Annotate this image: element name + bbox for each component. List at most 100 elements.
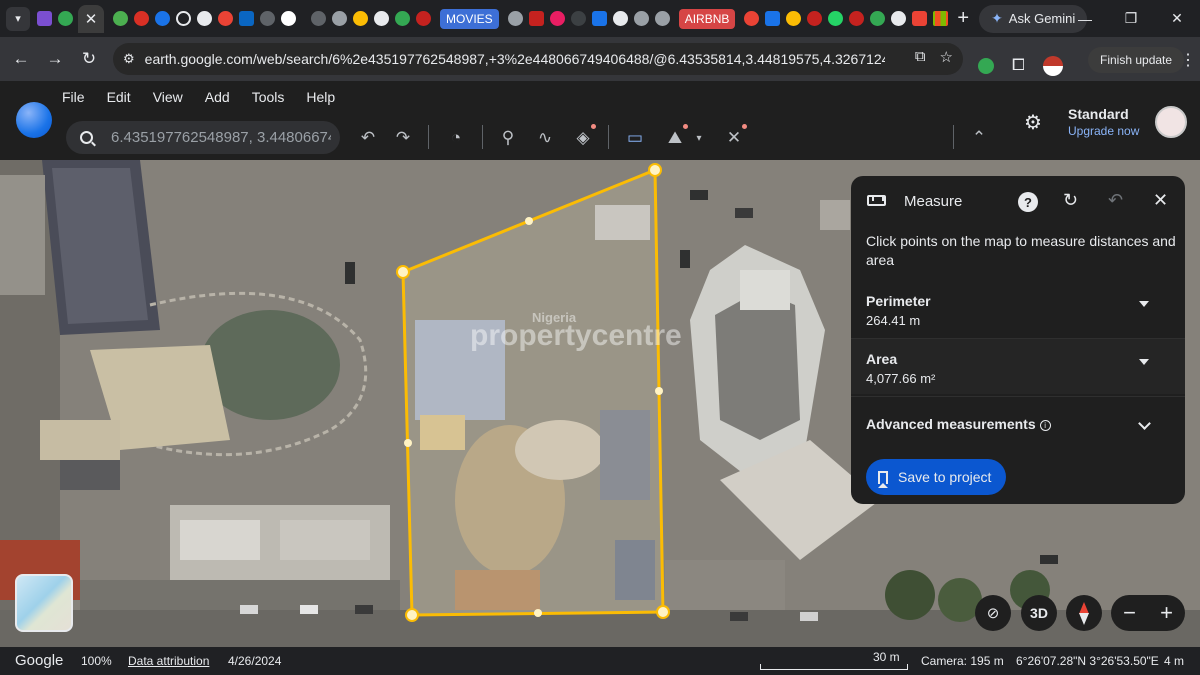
collapse-toolbar-icon[interactable]: ⌃ [966, 125, 992, 151]
add-placemark-icon[interactable]: ⚲ [495, 125, 521, 151]
menu-view[interactable]: View [153, 89, 183, 105]
perimeter-row[interactable]: Perimeter 264.41 m [851, 281, 1185, 337]
tab-favicon-icon[interactable] [570, 11, 586, 26]
tools-icon[interactable]: ✕ [721, 124, 747, 151]
scale-label: 30 m [873, 650, 900, 664]
tab-favicon-icon[interactable] [311, 11, 326, 26]
restore-icon[interactable]: ❐ [1108, 10, 1154, 27]
compass-icon[interactable] [1066, 595, 1102, 631]
tab-favicon-icon[interactable] [891, 11, 907, 26]
tab-favicon-icon[interactable] [332, 11, 347, 26]
browser-menu-icon[interactable]: ⋮ [1180, 50, 1196, 70]
menu-tools[interactable]: Tools [252, 89, 285, 105]
url-text[interactable]: earth.google.com/web/search/6%2e43519776… [145, 51, 885, 67]
tab-favicon-icon[interactable] [528, 11, 544, 26]
historical-imagery-icon[interactable]: ◔ [443, 125, 469, 151]
zoom-in-button[interactable]: + [1160, 600, 1173, 626]
tab-favicon-icon[interactable] [744, 11, 760, 26]
data-attribution-link[interactable]: Data attribution [128, 654, 209, 668]
tab-favicon-maps-icon[interactable] [58, 11, 73, 26]
menu-file[interactable]: File [62, 89, 85, 105]
earth-search-box[interactable]: 6.435197762548987, 3.448066749406488 [66, 121, 340, 154]
tab-search-button[interactable]: ▾ [6, 6, 30, 31]
unit-dropdown-icon[interactable] [1139, 359, 1149, 365]
add-path-icon[interactable]: ∿ [532, 125, 558, 151]
forward-arrow-icon[interactable]: → [38, 49, 72, 69]
tab-favicon-icon[interactable] [654, 11, 670, 26]
redo-icon[interactable]: ↷ [390, 125, 416, 151]
toggle-3d-button[interactable]: 3D [1021, 595, 1057, 631]
layers-icon[interactable]: ◈ [570, 124, 596, 151]
menu-add[interactable]: Add [205, 89, 230, 105]
info-icon[interactable]: i [1039, 420, 1051, 431]
tab-favicon-icon[interactable] [807, 11, 823, 26]
menu-edit[interactable]: Edit [107, 89, 131, 105]
install-app-icon[interactable]: ⧉ [915, 48, 926, 66]
measure-ruler-icon[interactable]: ▭ [622, 125, 648, 151]
tab-favicon-icon[interactable] [176, 11, 191, 26]
tab-favicon-icon[interactable] [591, 11, 607, 26]
tab-favicon-linkedin-icon[interactable] [239, 11, 254, 26]
zoom-out-button[interactable]: − [1123, 600, 1136, 626]
extension-icon[interactable] [978, 58, 994, 74]
finish-update-button[interactable]: Finish update [1088, 47, 1185, 73]
account-avatar[interactable] [1155, 106, 1187, 138]
tab-favicon-icon[interactable] [786, 11, 802, 26]
tab-favicon-icon[interactable] [374, 11, 389, 26]
new-tab-button[interactable]: + [957, 7, 969, 30]
google-earth-logo-icon[interactable] [16, 102, 52, 138]
tab-group-movies[interactable]: MOVIES [440, 8, 499, 29]
menu-help[interactable]: Help [306, 89, 335, 105]
undo-icon[interactable]: ↶ [355, 125, 381, 151]
tab-favicon-icon[interactable] [870, 11, 886, 26]
reset-icon[interactable]: ↻ [1063, 190, 1078, 211]
profile-avatar-icon[interactable] [1042, 56, 1063, 76]
address-bar[interactable]: ⚙ earth.google.com/web/search/6%2e435197… [113, 43, 963, 75]
tab-favicon-icon[interactable] [633, 11, 649, 26]
tab-favicon-icon[interactable] [134, 11, 149, 26]
upgrade-now-link[interactable]: Upgrade now [1068, 124, 1139, 138]
tab-favicon-youtube-icon[interactable] [218, 11, 233, 26]
help-icon[interactable]: ? [1018, 192, 1038, 212]
advanced-measurements-row[interactable]: Advanced measurements i [851, 396, 1185, 451]
tab-favicon-icon[interactable] [765, 11, 781, 26]
chevron-down-icon[interactable] [1138, 417, 1151, 430]
settings-gear-icon[interactable]: ⚙ [1024, 110, 1042, 135]
back-arrow-icon[interactable]: ← [4, 49, 38, 69]
area-row[interactable]: Area 4,077.66 m² [851, 338, 1185, 394]
tab-favicon-icon[interactable] [416, 11, 431, 26]
search-input[interactable]: 6.435197762548987, 3.448066749406488 [111, 129, 331, 146]
tab-favicon-icon[interactable] [395, 11, 410, 26]
dropdown-chevron-icon[interactable]: ▾ [686, 125, 712, 151]
save-to-project-button[interactable]: Save to project [866, 459, 1007, 495]
tab-favicon-icon[interactable] [353, 11, 368, 26]
reload-icon[interactable]: ↻ [72, 49, 106, 69]
tab-favicon-icon[interactable] [612, 11, 628, 26]
tab-group-airbnb[interactable]: AIRBNB [678, 8, 736, 29]
tab-favicon-icon[interactable] [549, 11, 565, 26]
unit-dropdown-icon[interactable] [1139, 301, 1149, 307]
tab-favicon-icon[interactable] [849, 11, 865, 26]
close-icon[interactable]: ✕ [1153, 190, 1168, 211]
site-info-icon[interactable]: ⚙ [123, 51, 135, 67]
elevation-profile-icon[interactable]: ⛰ [662, 124, 688, 151]
map-style-thumbnail[interactable] [15, 574, 73, 632]
tab-favicon-microsoft-icon[interactable] [933, 11, 949, 26]
tab-favicon-icon[interactable] [260, 11, 275, 26]
tab-favicon-whatsapp-icon[interactable] [828, 11, 844, 26]
bookmark-star-icon[interactable]: ☆ [940, 48, 953, 66]
tab-favicon-icon[interactable] [507, 11, 523, 26]
tab-favicon-youtube-icon[interactable] [912, 11, 928, 26]
undo-point-icon[interactable]: ↶ [1108, 190, 1123, 211]
close-window-icon[interactable]: ✕ [1154, 10, 1200, 27]
minimize-icon[interactable]: — [1062, 11, 1108, 27]
tab-favicon-mail-icon[interactable] [37, 11, 52, 26]
tilt-reset-icon[interactable]: ⊘ [975, 595, 1011, 631]
search-icon[interactable] [80, 131, 93, 144]
extensions-puzzle-icon[interactable]: ⧠ [1012, 57, 1025, 75]
tab-favicon-icon[interactable] [155, 11, 170, 26]
tab-favicon-google-icon[interactable] [281, 11, 296, 26]
tab-favicon-icon[interactable] [113, 11, 128, 26]
active-tab-close-icon[interactable]: ✕ [78, 4, 104, 33]
tab-favicon-icon[interactable] [197, 11, 212, 26]
